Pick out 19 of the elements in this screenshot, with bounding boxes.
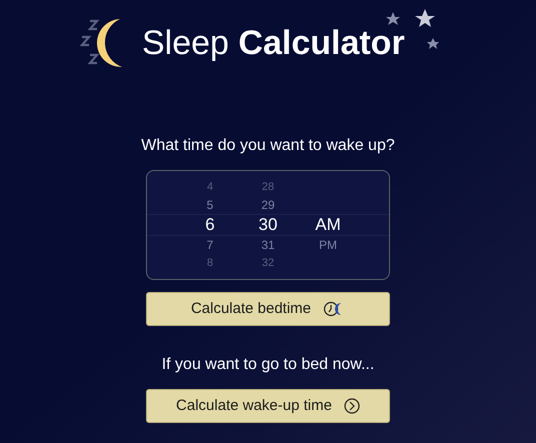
prompt-text: If you want to go to bed now...: [162, 355, 374, 375]
time-option[interactable]: 28: [262, 178, 274, 196]
time-option[interactable]: 32: [262, 254, 274, 272]
time-option[interactable]: PM: [319, 236, 337, 254]
time-option[interactable]: 8: [206, 254, 214, 272]
app-title: Sleep Calculator: [142, 26, 405, 60]
time-option[interactable]: 7: [206, 236, 214, 254]
time-option[interactable]: 30: [258, 214, 278, 236]
time-option[interactable]: 6: [205, 214, 215, 236]
calculate-button[interactable]: Calculate bedtime: [146, 292, 390, 326]
time-option[interactable]: 31: [261, 236, 275, 254]
time-option[interactable]: AM: [315, 214, 341, 236]
time-option[interactable]: 5: [206, 196, 214, 214]
time-option[interactable]: 29: [261, 196, 275, 214]
clock-icon: [344, 398, 360, 414]
time-option[interactable]: 4: [206, 178, 214, 196]
question-text: What time do you want to wake up?: [141, 136, 395, 156]
time-picker[interactable]: 4 5 6 7 8 28 29 30 31 32 AM PM: [146, 170, 390, 280]
calculate-button[interactable]: Calculate wake-up time: [146, 389, 390, 423]
